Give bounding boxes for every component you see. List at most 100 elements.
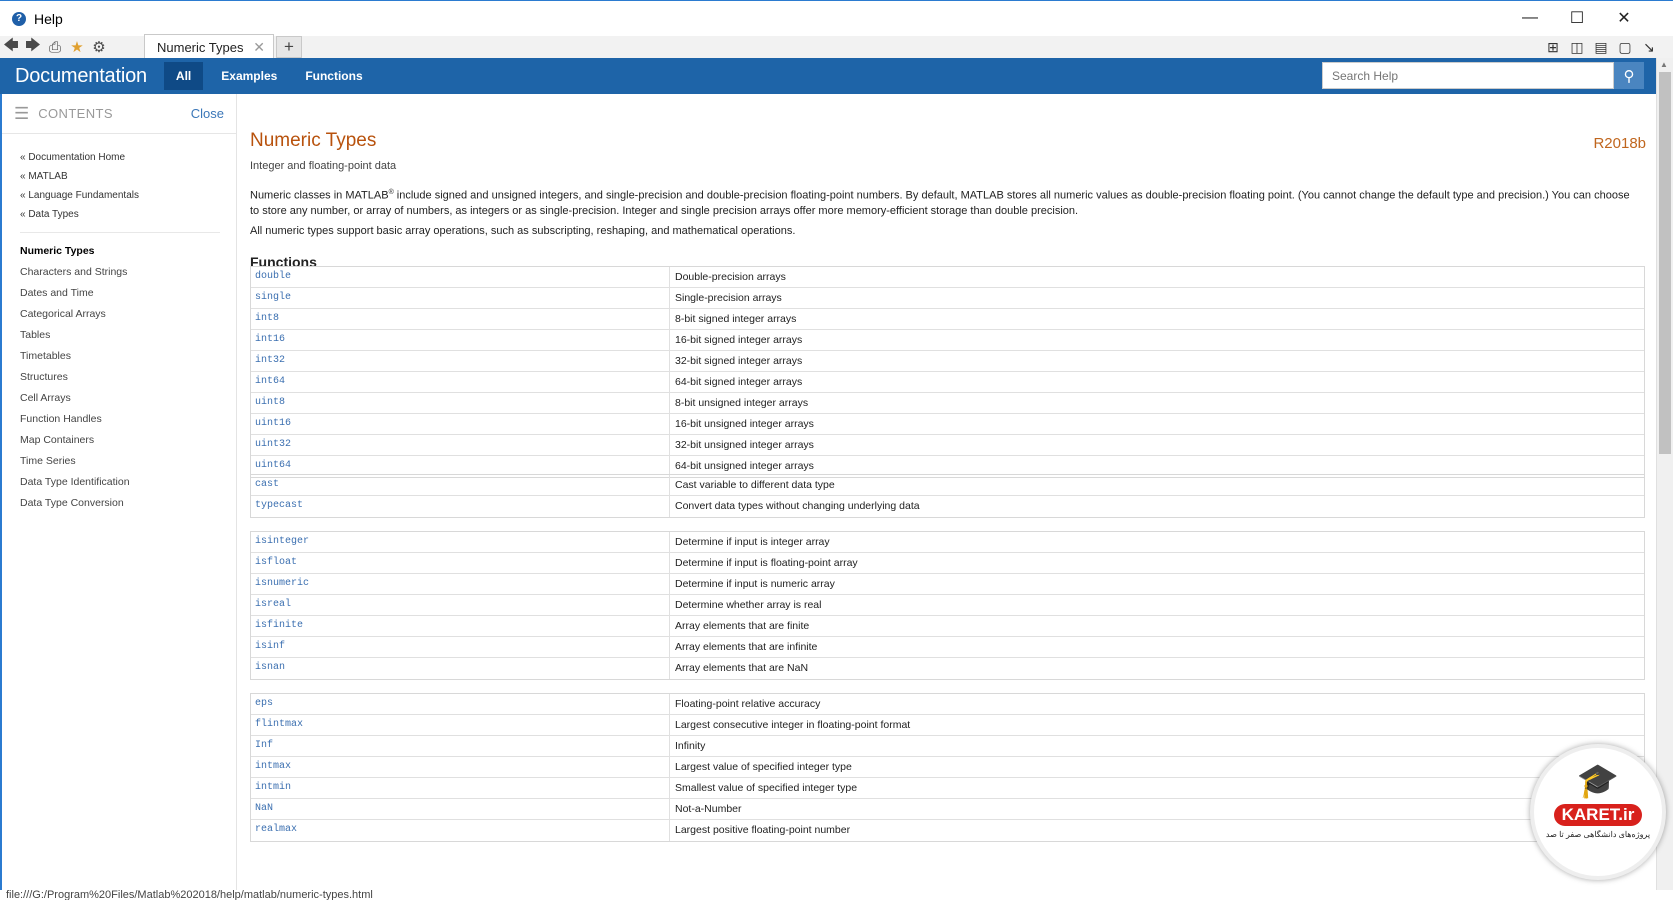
search-input[interactable] xyxy=(1322,62,1614,89)
table-row: isfloat Determine if input is floating-po… xyxy=(251,553,1644,574)
function-link[interactable]: typecast xyxy=(251,496,670,517)
intro-paragraph: Numeric classes in MATLAB® include signe… xyxy=(250,185,1630,219)
scroll-thumb[interactable] xyxy=(1659,72,1671,454)
function-description: Largest value of specified integer type xyxy=(675,761,852,773)
main-content: Numeric Types R2018b Integer and floatin… xyxy=(250,94,1646,890)
function-description: Single-precision arrays xyxy=(675,292,782,304)
breadcrumb-item[interactable]: « Data Types xyxy=(20,205,236,224)
table-row: uint32 32-bit unsigned integer arrays xyxy=(251,435,1644,456)
tab-functions[interactable]: Functions xyxy=(293,62,374,90)
sidebar-item-timetables[interactable]: Timetables xyxy=(20,346,236,367)
table-row: intmin Smallest value of specified intege… xyxy=(251,778,1644,799)
function-link[interactable]: intmax xyxy=(251,757,670,777)
table-row: isinteger Determine if input is integer a… xyxy=(251,532,1644,553)
settings-gear-icon[interactable]: ⚙ xyxy=(88,36,110,58)
search-icon[interactable]: ⚲ xyxy=(1614,62,1644,89)
tab-examples[interactable]: Examples xyxy=(209,62,289,90)
breadcrumb-item[interactable]: « MATLAB xyxy=(20,167,236,186)
function-link[interactable]: double xyxy=(251,267,670,287)
function-description: 8-bit unsigned integer arrays xyxy=(675,397,809,409)
function-link[interactable]: int64 xyxy=(251,372,670,392)
sidebar-item-categorical-arrays[interactable]: Categorical Arrays xyxy=(20,304,236,325)
breadcrumb-item[interactable]: « Language Fundamentals xyxy=(20,186,236,205)
divider xyxy=(20,232,220,233)
new-tab-button[interactable]: + xyxy=(276,36,302,58)
function-link[interactable]: isfloat xyxy=(251,553,670,573)
intro-text-a: Numeric classes in MATLAB xyxy=(250,189,389,202)
function-link[interactable]: uint32 xyxy=(251,435,670,455)
sidebar-item-numeric-types[interactable]: Numeric Types xyxy=(20,241,236,262)
function-description: Array elements that are NaN xyxy=(675,662,809,674)
function-description: 16-bit unsigned integer arrays xyxy=(675,418,814,430)
table-row: Inf Infinity xyxy=(251,736,1644,757)
status-url: file:///G:/Program%20Files/Matlab%202018… xyxy=(6,889,373,900)
sidebar-item-characters-strings[interactable]: Characters and Strings xyxy=(20,262,236,283)
function-link[interactable]: eps xyxy=(251,694,670,714)
function-link[interactable]: int32 xyxy=(251,351,670,371)
sidebar-item-data-type-conversion[interactable]: Data Type Conversion xyxy=(20,493,236,514)
function-description: Floating-point relative accuracy xyxy=(675,698,821,710)
scroll-up-arrow-icon[interactable]: ▲ xyxy=(1660,60,1668,69)
grid-layout-icon[interactable]: ⊞ xyxy=(1543,38,1563,56)
function-link[interactable]: isnan xyxy=(251,658,670,679)
karet-watermark-logo: 🎓 KARET.ir پروژه‌های دانشگاهی صفر تا صد xyxy=(1530,744,1666,880)
function-link[interactable]: Inf xyxy=(251,736,670,756)
function-description: Determine if input is floating-point arr… xyxy=(675,557,858,569)
function-link[interactable]: uint8 xyxy=(251,393,670,413)
function-description: Largest consecutive integer in floating-… xyxy=(675,719,911,731)
function-link[interactable]: isnumeric xyxy=(251,574,670,594)
close-contents-link[interactable]: Close xyxy=(191,106,224,121)
single-pane-icon[interactable]: ▢ xyxy=(1615,38,1635,56)
function-link[interactable]: intmin xyxy=(251,778,670,798)
sidebar-item-map-containers[interactable]: Map Containers xyxy=(20,430,236,451)
maximize-button[interactable]: ☐ xyxy=(1554,0,1600,36)
function-description: Not-a-Number xyxy=(675,803,742,815)
table-row: realmax Largest positive floating-point n… xyxy=(251,820,1644,841)
layout-toggles: ⊞ ◫ ▤ ▢ ↘ xyxy=(1543,36,1659,58)
function-link[interactable]: realmax xyxy=(251,820,670,841)
sidebar-item-time-series[interactable]: Time Series xyxy=(20,451,236,472)
function-description: 16-bit signed integer arrays xyxy=(675,334,803,346)
function-link[interactable]: isinteger xyxy=(251,532,670,552)
function-link[interactable]: int16 xyxy=(251,330,670,350)
sidebar-item-dates-time[interactable]: Dates and Time xyxy=(20,283,236,304)
close-tab-icon[interactable]: ✕ xyxy=(253,39,265,56)
breadcrumb-item[interactable]: « Documentation Home xyxy=(20,148,236,167)
sidebar-item-function-handles[interactable]: Function Handles xyxy=(20,409,236,430)
back-arrow-icon[interactable]: 🡄 xyxy=(0,36,22,58)
table-row: int32 32-bit signed integer arrays xyxy=(251,351,1644,372)
function-link[interactable]: flintmax xyxy=(251,715,670,735)
print-icon[interactable]: ⎙ xyxy=(44,36,66,58)
close-window-button[interactable]: ✕ xyxy=(1601,0,1647,36)
sidebar-item-data-type-identification[interactable]: Data Type Identification xyxy=(20,472,236,493)
tab-all[interactable]: All xyxy=(163,62,204,90)
minimize-button[interactable]: — xyxy=(1507,0,1553,36)
function-link[interactable]: isreal xyxy=(251,595,670,615)
favorites-star-icon[interactable]: ★ xyxy=(66,36,88,58)
undock-icon[interactable]: ↘ xyxy=(1639,38,1659,56)
split-vertical-icon[interactable]: ◫ xyxy=(1567,38,1587,56)
function-link[interactable]: NaN xyxy=(251,799,670,819)
function-link[interactable]: int8 xyxy=(251,309,670,329)
split-horizontal-icon[interactable]: ▤ xyxy=(1591,38,1611,56)
function-link[interactable]: uint16 xyxy=(251,414,670,434)
function-description: Determine if input is numeric array xyxy=(675,578,835,590)
function-link[interactable]: single xyxy=(251,288,670,308)
window-titlebar: ? Help xyxy=(0,0,1673,36)
function-table-group: double Double-precision arrays single Singl… xyxy=(250,266,1645,478)
sidebar-item-cell-arrays[interactable]: Cell Arrays xyxy=(20,388,236,409)
function-description: 32-bit signed integer arrays xyxy=(675,355,803,367)
table-row: single Single-precision arrays xyxy=(251,288,1644,309)
function-link[interactable]: cast xyxy=(251,475,670,495)
sidebar-item-structures[interactable]: Structures xyxy=(20,367,236,388)
function-link[interactable]: isinf xyxy=(251,637,670,657)
function-link[interactable]: isfinite xyxy=(251,616,670,636)
hamburger-menu-icon[interactable]: ☰ xyxy=(14,104,29,124)
sidebar-item-tables[interactable]: Tables xyxy=(20,325,236,346)
tab-numeric-types[interactable]: Numeric Types ✕ xyxy=(144,34,274,60)
function-description: Cast variable to different data type xyxy=(675,479,835,491)
documentation-brand[interactable]: Documentation xyxy=(15,65,147,88)
table-row: flintmax Largest consecutive integer in f… xyxy=(251,715,1644,736)
table-row: uint8 8-bit unsigned integer arrays xyxy=(251,393,1644,414)
forward-arrow-icon[interactable]: 🡆 xyxy=(22,36,44,58)
